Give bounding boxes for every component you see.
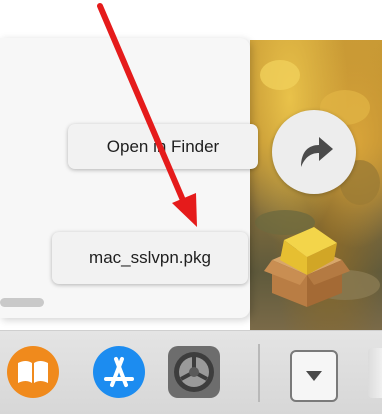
open-in-finder-button[interactable]: Open in Finder — [68, 124, 258, 169]
popover-scrollbar[interactable] — [0, 298, 44, 307]
open-in-finder-arrow-button[interactable] — [272, 110, 356, 194]
downloaded-file-label[interactable]: mac_sslvpn.pkg — [52, 232, 248, 284]
downloads-stack-icon[interactable] — [290, 350, 338, 402]
curved-arrow-icon — [301, 137, 333, 167]
open-in-finder-label: Open in Finder — [106, 136, 220, 156]
books-icon[interactable] — [6, 345, 60, 399]
trash-icon[interactable] — [368, 348, 382, 398]
chevron-down-icon — [306, 371, 322, 381]
app-store-icon[interactable] — [92, 345, 146, 399]
system-preferences-icon[interactable] — [167, 345, 221, 399]
file-name: mac_sslvpn.pkg — [89, 248, 211, 267]
package-icon[interactable] — [262, 215, 352, 310]
dock-separator — [258, 344, 260, 402]
